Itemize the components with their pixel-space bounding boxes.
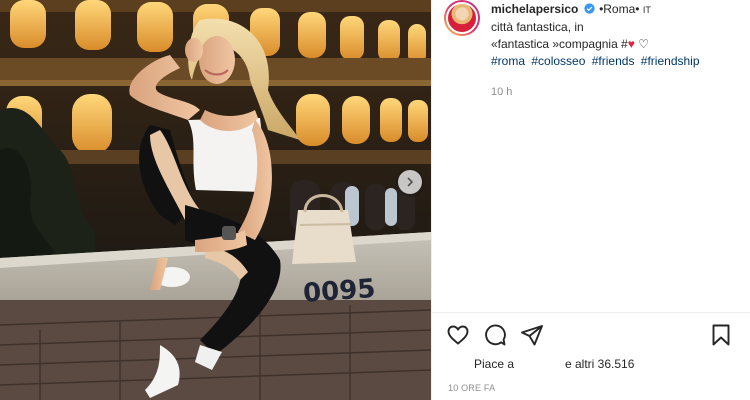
likes-count[interactable]: e altri 36.516 — [565, 357, 634, 371]
location-country: IT — [642, 5, 651, 15]
like-button[interactable] — [446, 323, 470, 347]
caption-line-2: «fantastica »compagnia # — [491, 37, 628, 51]
caption: michelapersico •Roma• IT città fantastic… — [491, 0, 703, 101]
actions-bar: Piace a e altri 36.516 10 ORE FA — [432, 312, 750, 400]
share-button[interactable] — [520, 323, 544, 347]
hashtag-link[interactable]: #colosseo — [531, 54, 585, 68]
hashtag-link[interactable]: #friends — [592, 54, 635, 68]
post-age[interactable]: 10 ORE FA — [448, 383, 495, 393]
paper-plane-icon — [521, 325, 543, 346]
verified-badge-icon — [584, 3, 595, 14]
caption-timestamp[interactable]: 10 h — [491, 84, 703, 101]
white-heart-emoji-icon: ♡ — [634, 37, 649, 51]
comment-bubble-icon — [485, 324, 506, 346]
caption-line-1: città fantastica, in — [491, 20, 584, 34]
wall-graffiti-text: 0095 — [302, 274, 376, 309]
colosseum-night-photo: 0095 — [0, 0, 431, 400]
red-heart-emoji-icon: ♥ — [627, 37, 635, 51]
bookmark-icon — [712, 324, 730, 346]
caption-row: michelapersico •Roma• IT città fantastic… — [444, 0, 744, 101]
location-text[interactable]: •Roma• — [599, 2, 639, 16]
post-side-panel: michelapersico •Roma• IT città fantastic… — [431, 0, 750, 400]
comment-button[interactable] — [483, 323, 507, 347]
post-photo[interactable]: 0095 — [0, 0, 431, 400]
likes-summary[interactable]: Piace a e altri 36.516 — [474, 357, 634, 371]
hashtag-link[interactable]: #roma — [491, 54, 525, 68]
heart-outline-icon — [447, 325, 469, 345]
likes-prefix: Piace a — [474, 357, 515, 371]
hashtag-link[interactable]: #friendship — [641, 54, 700, 68]
save-button[interactable] — [709, 323, 733, 347]
avatar[interactable] — [444, 0, 480, 36]
chevron-right-icon — [407, 177, 414, 187]
hashtags: #roma #colosseo #friends #friendship — [491, 53, 703, 70]
username-link[interactable]: michelapersico — [491, 2, 578, 16]
carousel-next-button[interactable] — [398, 170, 422, 194]
